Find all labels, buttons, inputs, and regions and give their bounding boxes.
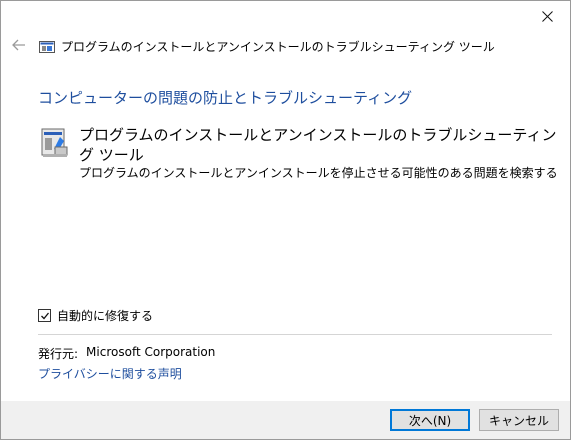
- auto-fix-checkbox[interactable]: [38, 309, 51, 322]
- tool-item: プログラムのインストールとアンインストールのトラブルシューティング ツール プロ…: [41, 125, 570, 181]
- divider: [38, 334, 552, 335]
- publisher-info: 発行元: Microsoft Corporation: [38, 345, 215, 362]
- window-title: プログラムのインストールとアンインストールのトラブルシューティング ツール: [61, 39, 495, 54]
- auto-fix-option[interactable]: 自動的に修復する: [38, 307, 153, 324]
- tool-text: プログラムのインストールとアンインストールのトラブルシューティング ツール プロ…: [79, 125, 570, 181]
- publisher-label: 発行元:: [38, 347, 79, 361]
- publisher-value: Microsoft Corporation: [86, 345, 216, 359]
- page-heading: コンピューターの問題の防止とトラブルシューティング: [38, 89, 413, 107]
- troubleshooter-icon: [41, 127, 71, 159]
- cancel-button[interactable]: キャンセル: [479, 409, 559, 431]
- app-icon: [39, 39, 55, 53]
- close-button[interactable]: [524, 1, 570, 31]
- troubleshooter-window: プログラムのインストールとアンインストールのトラブルシューティング ツール コン…: [0, 0, 571, 440]
- footer-bar: 次へ(N) キャンセル: [1, 401, 570, 439]
- tool-title: プログラムのインストールとアンインストールのトラブルシューティング ツール: [79, 126, 557, 164]
- back-arrow-icon: [12, 39, 25, 51]
- next-button[interactable]: 次へ(N): [390, 409, 470, 431]
- checkmark-icon: [40, 312, 49, 319]
- auto-fix-label[interactable]: 自動的に修復する: [57, 307, 153, 324]
- title-bar: プログラムのインストールとアンインストールのトラブルシューティング ツール: [1, 31, 570, 61]
- back-button[interactable]: [3, 37, 35, 55]
- close-icon: [541, 10, 553, 22]
- privacy-statement-link[interactable]: プライバシーに関する声明: [38, 365, 182, 382]
- tool-description: プログラムのインストールとアンインストールを停止させる可能性のある問題を検索する: [79, 166, 558, 180]
